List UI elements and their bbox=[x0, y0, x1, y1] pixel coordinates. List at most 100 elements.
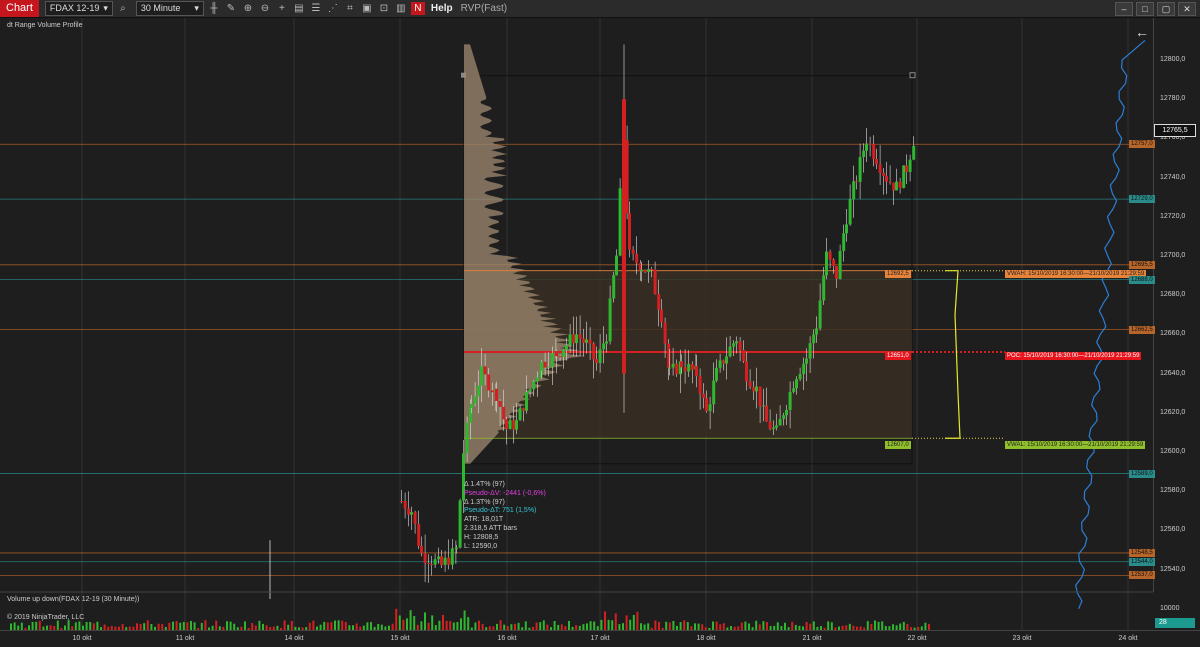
volume-bar-up bbox=[460, 618, 462, 630]
volume-bar-up bbox=[370, 622, 372, 630]
strategies-icon[interactable]: ⌗ bbox=[343, 2, 357, 15]
candle-down bbox=[512, 420, 516, 430]
volume-bar-up bbox=[172, 621, 174, 630]
volume-bar-up bbox=[647, 623, 650, 630]
candle-down bbox=[868, 143, 872, 145]
volume-bar-up bbox=[398, 615, 401, 630]
price-tick-label: 12800,0 bbox=[1160, 56, 1186, 63]
volume-bar-up bbox=[632, 614, 635, 630]
restore-button[interactable]: □ bbox=[1136, 2, 1154, 16]
properties-icon[interactable]: ☰ bbox=[309, 2, 323, 15]
candle-down bbox=[572, 334, 576, 344]
minimize-button[interactable]: – bbox=[1115, 2, 1133, 16]
volume-bar-up bbox=[607, 619, 610, 630]
indicators-icon[interactable]: ⋰ bbox=[326, 2, 340, 15]
candle-down bbox=[752, 387, 756, 392]
info-box-line: Δ 1.3T% (97) bbox=[464, 498, 505, 506]
chart-menu-button[interactable]: Chart bbox=[0, 0, 39, 17]
zoom-in-icon[interactable]: ⊕ bbox=[241, 2, 255, 15]
copyright-text: © 2019 NinjaTrader, LLC bbox=[7, 614, 85, 621]
search-icon[interactable]: ⌕ bbox=[116, 2, 130, 15]
crosshair-icon[interactable]: + bbox=[275, 2, 289, 15]
zoom-out-icon[interactable]: ⊖ bbox=[258, 2, 272, 15]
candle-up bbox=[640, 269, 643, 272]
date-tick-label: 15 okt bbox=[390, 635, 410, 642]
date-tick-label: 21 okt bbox=[802, 635, 822, 642]
candle-down bbox=[675, 363, 679, 375]
volume-bar-up bbox=[924, 622, 927, 630]
bar-type-icon[interactable]: ╫ bbox=[207, 2, 221, 15]
candle-up bbox=[838, 250, 842, 279]
candle-down bbox=[558, 356, 562, 358]
candle-up bbox=[602, 343, 606, 350]
volume-bar-down bbox=[805, 621, 808, 630]
help-button[interactable]: Help bbox=[431, 3, 453, 14]
candle-up bbox=[671, 363, 675, 368]
interval-selector[interactable]: 30 Minute ▾ bbox=[135, 1, 204, 16]
volume-bar-up bbox=[229, 621, 232, 630]
info-box-line: Δ 1.4T% (97) bbox=[464, 481, 505, 488]
candle-down bbox=[423, 552, 427, 564]
candle-down bbox=[722, 360, 726, 364]
candle-down bbox=[487, 374, 491, 391]
candle-up bbox=[732, 343, 736, 347]
templates-icon[interactable]: ▣ bbox=[360, 2, 374, 15]
screenshot-icon[interactable]: ▥ bbox=[394, 2, 408, 15]
candle-down bbox=[595, 359, 598, 363]
info-box-line: Pseudo-ΔT: 751 (1,5%) bbox=[464, 507, 537, 515]
volume-bar-up bbox=[830, 622, 833, 630]
price-axis[interactable]: 12800,0 12780,0 12760,0 12740,0 12720,0 12700… bbox=[1153, 18, 1200, 592]
candle-down bbox=[748, 381, 752, 388]
candle-down bbox=[905, 165, 908, 173]
candle-down bbox=[588, 339, 592, 344]
candle-up bbox=[848, 199, 852, 225]
volume-bar-down bbox=[204, 620, 207, 630]
volume-bar-down bbox=[535, 622, 538, 630]
level-price-tag: 12544,0 bbox=[1129, 557, 1155, 566]
price-tick-label: 12700,0 bbox=[1160, 252, 1186, 259]
volume-bar-up bbox=[20, 622, 23, 630]
price-chart-canvas[interactable] bbox=[0, 18, 1153, 630]
candle-up bbox=[805, 358, 808, 364]
candle-up bbox=[808, 343, 812, 359]
volume-bar-down bbox=[427, 622, 430, 630]
volume-bar-down bbox=[683, 620, 686, 630]
candle-up bbox=[718, 360, 722, 368]
price-tick-label: 12560,0 bbox=[1160, 526, 1186, 534]
volume-bar-down bbox=[283, 620, 286, 630]
date-axis[interactable]: 10 okt 11 okt 14 okt 15 okt 16 okt 17 okt 18 o… bbox=[0, 630, 1200, 647]
candle-up bbox=[785, 409, 788, 416]
candle-up bbox=[912, 145, 916, 160]
candle-up bbox=[852, 181, 856, 200]
ninjatrader-logo-icon[interactable]: N bbox=[410, 2, 425, 15]
volume-bar-up bbox=[96, 621, 99, 630]
candle-down bbox=[502, 406, 506, 420]
volume-bar-down bbox=[658, 621, 660, 630]
candle-up bbox=[668, 367, 671, 369]
rvp-tool-label[interactable]: RVP(Fast) bbox=[461, 3, 508, 14]
candle-up bbox=[735, 341, 738, 344]
back-arrow-icon[interactable]: ← bbox=[1135, 24, 1149, 40]
current-price-marker: 12765,5 bbox=[1154, 124, 1196, 137]
candle-down bbox=[828, 251, 832, 260]
volume-bar-up bbox=[424, 612, 426, 630]
volume-bar-down bbox=[308, 622, 311, 630]
volume-bar-up bbox=[776, 622, 779, 630]
candle-up bbox=[450, 548, 454, 565]
candle-up bbox=[473, 396, 477, 404]
instrument-selector[interactable]: FDAX 12-19 ▾ bbox=[44, 1, 113, 16]
volume-bar-up bbox=[629, 619, 632, 630]
volume-bar-up bbox=[611, 620, 614, 630]
chart-trader-icon[interactable]: ⊡ bbox=[377, 2, 391, 15]
close-button[interactable]: ✕ bbox=[1178, 2, 1196, 16]
data-box-icon[interactable]: ▤ bbox=[292, 2, 306, 15]
info-box-line: Pseudo-ΔV: -2441 (-0,6%) bbox=[464, 489, 546, 497]
price-tick-label: 12600,0 bbox=[1160, 448, 1186, 455]
maximize-button[interactable]: ▢ bbox=[1157, 2, 1175, 16]
candle-up bbox=[708, 404, 712, 412]
candle-up bbox=[762, 405, 766, 407]
draw-icon[interactable]: ✎ bbox=[224, 2, 238, 15]
volume-bar-down bbox=[290, 621, 293, 630]
candle-down bbox=[698, 376, 702, 394]
candle-down bbox=[832, 259, 836, 267]
